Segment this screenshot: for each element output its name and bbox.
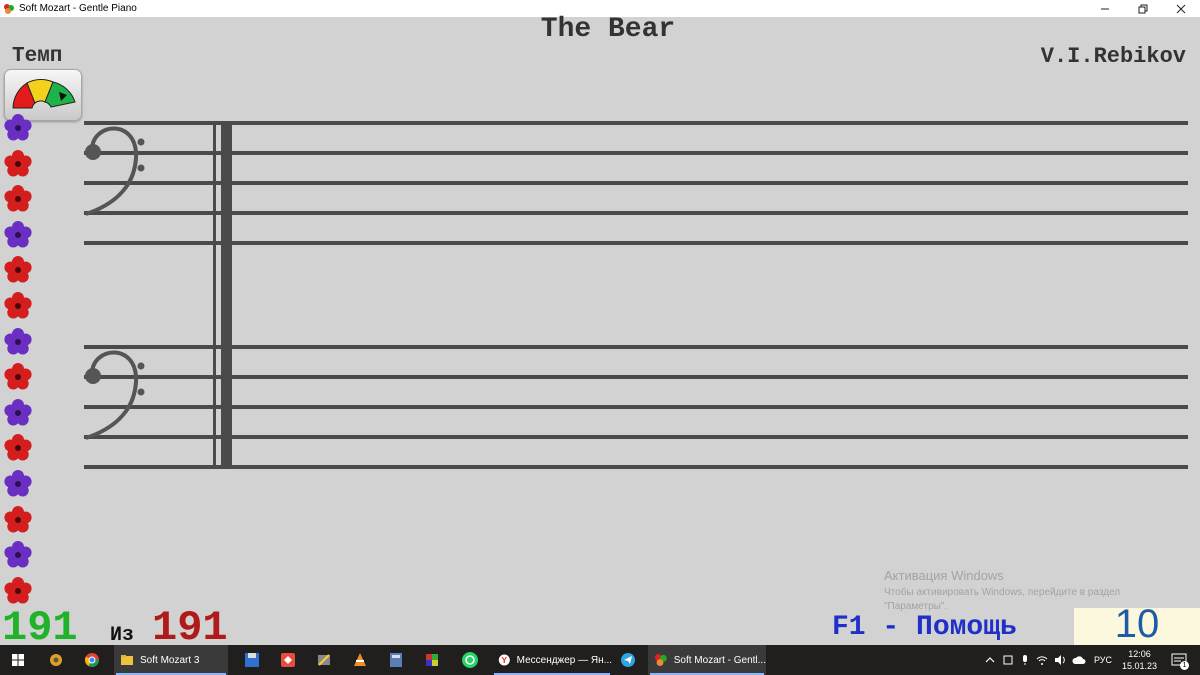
activation-text: Чтобы активировать Windows, перейдите в … xyxy=(884,587,1121,598)
flower-icon xyxy=(4,577,32,604)
taskbar-app-anydesk[interactable] xyxy=(272,645,304,675)
wifi-icon[interactable] xyxy=(1036,654,1048,666)
taskbar-task-messenger[interactable]: Y Мессенджер — Ян... xyxy=(492,645,612,675)
notification-count: 1 xyxy=(1180,661,1190,670)
language-indicator[interactable]: РУС xyxy=(1094,655,1112,665)
floppy-icon xyxy=(245,653,259,667)
notification-button[interactable]: 1 xyxy=(1171,652,1190,670)
device-icon[interactable] xyxy=(1002,654,1014,666)
vlc-icon xyxy=(354,653,366,666)
soft-mozart-icon xyxy=(654,653,667,667)
bass-clef-icon xyxy=(85,126,139,216)
system-barline-thin xyxy=(213,123,216,467)
music-staff xyxy=(84,121,1188,469)
taskbar-task-folder[interactable]: Soft Mozart 3 xyxy=(114,645,228,675)
count-separator: Из xyxy=(110,624,135,647)
clock-date: 15.01.23 xyxy=(1122,661,1158,671)
folder-icon xyxy=(121,655,133,665)
calculator-icon xyxy=(390,653,402,667)
taskbar-app-vlc[interactable] xyxy=(344,645,376,675)
wrench-icon xyxy=(318,654,330,666)
taskbar-app-save[interactable] xyxy=(236,645,268,675)
clock-time: 12:06 xyxy=(1128,649,1151,659)
flower-icon xyxy=(4,506,32,533)
flower-icon xyxy=(4,541,32,568)
taskbar-app-tool[interactable] xyxy=(308,645,340,675)
windows-logo-icon xyxy=(12,654,24,666)
taskbar-task-label: Мессенджер — Ян... xyxy=(516,654,612,666)
taskbar-task-label: Soft Mozart 3 xyxy=(140,654,200,666)
whatsapp-icon xyxy=(462,652,478,668)
anydesk-icon xyxy=(281,653,295,667)
start-button[interactable] xyxy=(0,645,36,675)
archive-icon xyxy=(426,654,438,666)
chrome-icon xyxy=(84,653,99,667)
score-box: 10 xyxy=(1074,602,1200,648)
taskbar-app-whatsapp[interactable] xyxy=(452,645,488,675)
taskbar-app-telegram[interactable] xyxy=(612,645,644,675)
svg-text:Y: Y xyxy=(501,655,507,665)
system-tray: РУС 12:06 15.01.23 1 xyxy=(984,645,1190,675)
taskbar: Soft Mozart 3 Y Мессенджер — Ян... Soft … xyxy=(0,645,1200,675)
taskbar-chrome[interactable] xyxy=(76,645,108,675)
help-hint: F1 - Помощь xyxy=(832,612,1017,643)
taskbar-task-soft-mozart[interactable]: Soft Mozart - Gentl... xyxy=(648,645,766,675)
clock[interactable]: 12:06 15.01.23 xyxy=(1122,648,1157,672)
taskbar-app-winrar[interactable] xyxy=(416,645,448,675)
volume-icon[interactable] xyxy=(1054,654,1066,666)
activation-title: Активация Windows xyxy=(884,568,1004,583)
yandex-icon: Y xyxy=(498,654,510,666)
chevron-up-icon[interactable] xyxy=(984,654,996,666)
cloud-icon[interactable] xyxy=(1072,654,1086,666)
score-value: 10 xyxy=(1114,602,1160,646)
taskbar-app-1[interactable] xyxy=(40,645,72,675)
system-barline-thick xyxy=(221,123,232,467)
taskbar-app-calculator[interactable] xyxy=(380,645,412,675)
microphone-icon[interactable] xyxy=(1020,654,1030,666)
telegram-icon xyxy=(621,653,635,667)
taskbar-task-label: Soft Mozart - Gentl... xyxy=(673,654,766,666)
tools-icon xyxy=(50,654,62,666)
bass-clef-icon xyxy=(85,350,139,440)
